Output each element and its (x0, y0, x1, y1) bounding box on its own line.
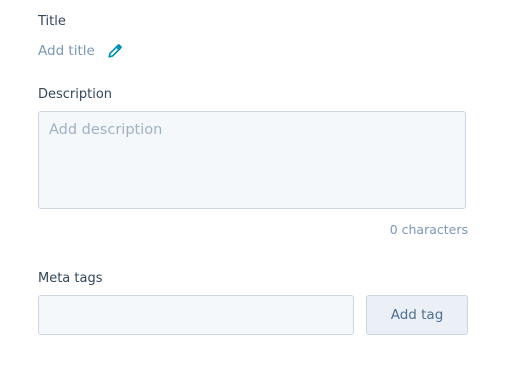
title-label: Title (38, 14, 66, 29)
character-count: 0 characters (389, 222, 468, 237)
meta-tag-input[interactable] (38, 295, 354, 335)
pencil-icon[interactable] (107, 43, 123, 59)
add-tag-button[interactable]: Add tag (366, 295, 468, 335)
add-title-text: Add title (38, 43, 95, 59)
properties-panel: Title Add title Description 0 characters… (0, 0, 506, 366)
description-label: Description (38, 87, 113, 102)
description-textarea[interactable] (38, 111, 466, 209)
add-title-link[interactable]: Add title (38, 42, 123, 60)
meta-tags-label: Meta tags (38, 271, 103, 286)
